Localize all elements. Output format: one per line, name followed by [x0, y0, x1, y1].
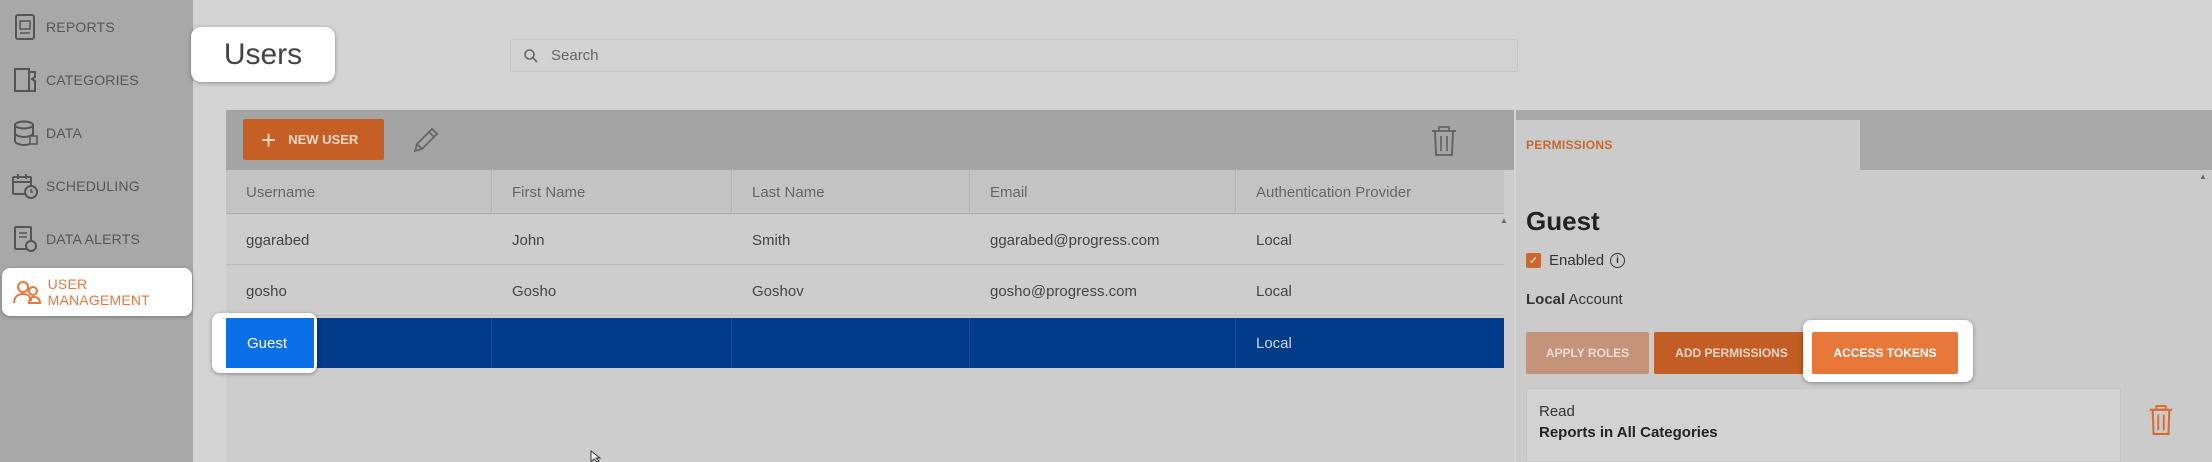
user-name-heading: Guest: [1526, 206, 1600, 236]
column-header-last-name[interactable]: Last Name: [732, 170, 970, 214]
table-row[interactable]: ggarabed John Smith ggarabed@progress.co…: [226, 215, 1504, 265]
users-icon: [10, 275, 44, 309]
sidebar-item-data[interactable]: DATA: [0, 109, 193, 157]
account-type-value: Local: [1526, 291, 1566, 308]
cell-username-guest[interactable]: Guest: [226, 318, 314, 368]
enabled-toggle[interactable]: ✓ Enabled i: [1526, 252, 1626, 269]
cell-first-name: Gosho: [512, 282, 557, 300]
scheduling-icon: [8, 169, 42, 203]
users-grid-panel: + NEW USER Username First Name Last Name…: [226, 110, 1514, 462]
cell-email: ggarabed@progress.com: [990, 231, 1160, 249]
search-box[interactable]: [510, 39, 1518, 72]
pencil-icon: [413, 127, 439, 153]
plus-icon: +: [261, 124, 277, 155]
cell-auth-provider: Local: [1256, 282, 1292, 300]
sidebar-item-label: DATA: [46, 125, 83, 141]
cell-username: gosho: [246, 282, 287, 300]
sidebar-item-label: DATA ALERTS: [46, 231, 141, 247]
user-details-panel: PERMISSIONS ▲ Guest ✓ Enabled i Local Ac…: [1516, 110, 2212, 462]
table-row-selected[interactable]: Local: [226, 318, 1504, 368]
permission-scope: Reports in All Categories: [1539, 424, 1718, 441]
permission-type: Read: [1539, 403, 1575, 420]
cell-username: ggarabed: [246, 231, 310, 249]
search-input[interactable]: [551, 47, 1451, 64]
cell-last-name: Smith: [752, 231, 791, 249]
permission-item: Read Reports in All Categories: [1526, 388, 2121, 462]
database-icon: [8, 116, 42, 150]
tab-permissions[interactable]: PERMISSIONS: [1516, 120, 1860, 170]
sidebar-item-user-management[interactable]: USER MANAGEMENT: [2, 268, 192, 316]
categories-icon: [8, 63, 42, 97]
trash-icon: [2149, 405, 2173, 435]
search-icon: [524, 48, 538, 63]
account-type: Local Account: [1526, 291, 1623, 308]
sidebar-item-categories[interactable]: CATEGORIES: [0, 56, 193, 104]
cell-email: gosho@progress.com: [990, 282, 1137, 300]
cell-auth-provider: Local: [1256, 231, 1292, 249]
sidebar-item-reports[interactable]: REPORTS: [0, 3, 193, 51]
apply-roles-button[interactable]: APPLY ROLES: [1526, 332, 1649, 374]
table-row[interactable]: gosho Gosho Goshov gosho@progress.com Lo…: [226, 266, 1504, 316]
report-icon: [8, 10, 42, 44]
page-title: Users: [191, 27, 335, 82]
sidebar-item-label: CATEGORIES: [46, 72, 139, 88]
details-scroll-up-arrow[interactable]: ▲: [2199, 172, 2207, 181]
grid-scroll-up-arrow[interactable]: ▲: [1500, 216, 1508, 225]
cell-last-name: Goshov: [752, 282, 804, 300]
column-header-first-name[interactable]: First Name: [492, 170, 732, 214]
grid-toolbar: + NEW USER: [226, 110, 1514, 170]
sidebar-item-data-alerts[interactable]: DATA ALERTS: [0, 215, 193, 263]
trash-icon: [1432, 126, 1456, 156]
mouse-cursor-icon: [590, 450, 602, 462]
sidebar-item-label: REPORTS: [46, 19, 115, 35]
cell-auth-provider: Local: [1256, 334, 1292, 352]
account-type-suffix: Account: [1565, 291, 1623, 308]
enabled-checkbox[interactable]: ✓: [1526, 253, 1541, 268]
cell-first-name: [492, 318, 732, 368]
sidebar-item-label: USER MANAGEMENT: [47, 276, 150, 308]
add-permissions-button[interactable]: ADD PERMISSIONS: [1654, 332, 1809, 374]
cell-last-name: [732, 318, 970, 368]
info-icon[interactable]: i: [1610, 253, 1626, 268]
cell-email: [970, 318, 1236, 368]
sidebar: REPORTS CATEGORIES DATA SCHEDULING DATA …: [0, 0, 193, 462]
sidebar-item-scheduling[interactable]: SCHEDULING: [0, 162, 193, 210]
new-user-label: NEW USER: [288, 132, 359, 147]
delete-user-button[interactable]: [1426, 122, 1462, 160]
new-user-button[interactable]: + NEW USER: [243, 119, 384, 160]
grid-header: Username First Name Last Name Email Auth…: [226, 170, 1504, 214]
column-header-email[interactable]: Email: [970, 170, 1236, 214]
edit-user-button[interactable]: [406, 120, 446, 160]
access-tokens-button[interactable]: ACCESS TOKENS: [1812, 332, 1958, 374]
alert-icon: [8, 222, 42, 256]
delete-permission-button[interactable]: [2146, 402, 2176, 438]
enabled-label: Enabled: [1549, 252, 1605, 269]
sidebar-item-label: SCHEDULING: [46, 178, 140, 194]
cell-first-name: John: [512, 231, 545, 249]
column-header-username[interactable]: Username: [226, 170, 492, 214]
column-header-auth-provider[interactable]: Authentication Provider: [1236, 170, 1504, 214]
